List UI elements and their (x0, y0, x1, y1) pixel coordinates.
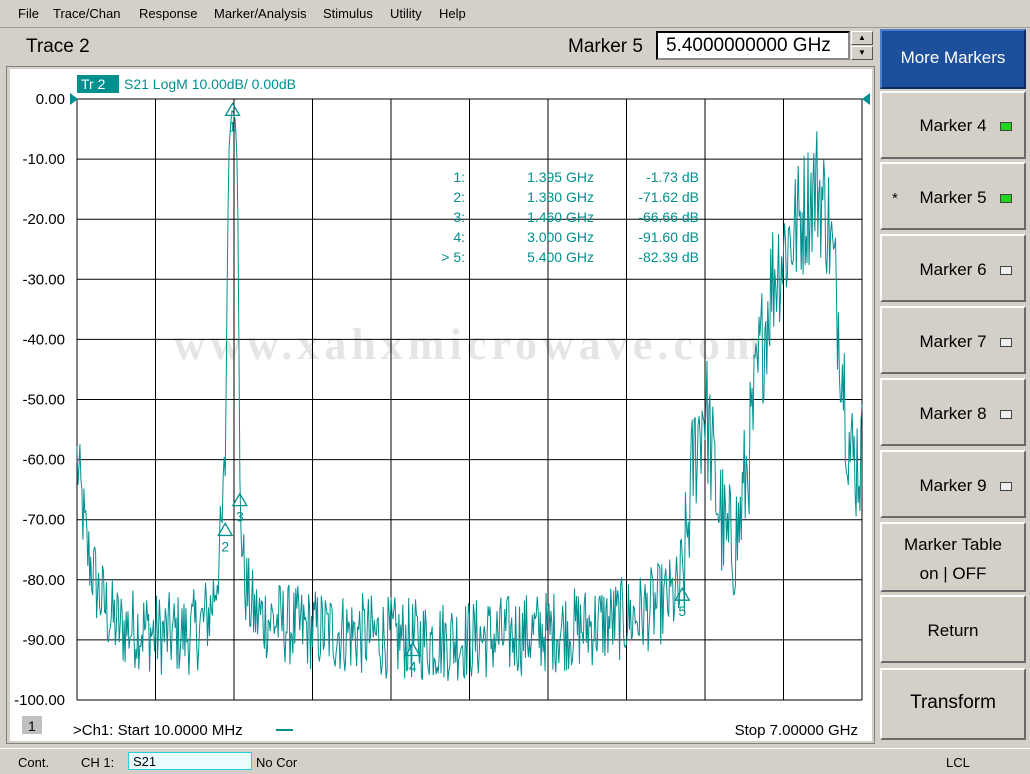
marker-readout-value: -82.39 dB (638, 249, 699, 265)
triangle-down-icon: ▼ (858, 48, 866, 57)
y-tick-label: -100.00 (14, 692, 65, 709)
marker-7-button[interactable]: Marker 7 (880, 306, 1026, 374)
trace-chart: 0.00 -10.00 -20.00 -30.00 -40.00 -50.00 -60.00… (14, 75, 870, 739)
triangle-up-icon: ▲ (858, 33, 866, 42)
reference-level-right-icon (862, 93, 870, 105)
marker-readout-freq: 1.460 GHz (527, 209, 594, 225)
marker-4-label: 4 (409, 659, 417, 675)
softkey-label: Transform (910, 692, 996, 713)
marker-readout-freq: 1.395 GHz (527, 169, 594, 185)
menu-bar: File Trace/Chan Response Marker/Analysis… (0, 0, 1030, 28)
marker-1-icon[interactable] (224, 102, 241, 117)
y-tick-label: -20.00 (22, 211, 65, 228)
plot-window: 0.00 -10.00 -20.00 -30.00 -40.00 -50.00 -60.00… (6, 66, 875, 744)
return-button[interactable]: Return (880, 595, 1026, 663)
marker-2-label: 2 (221, 538, 229, 554)
watermark-text: www.xahxmicrowave.com (174, 320, 767, 369)
channel-number[interactable]: 1 (28, 718, 36, 734)
marker-6-button[interactable]: Marker 6 (880, 234, 1026, 302)
y-tick-label: -70.00 (22, 512, 65, 529)
stop-frequency[interactable]: Stop 7.00000 GHz (735, 722, 858, 739)
marker-readout-id: 3: (453, 209, 465, 225)
marker-9-button[interactable]: Marker 9 (880, 450, 1026, 518)
marker-5-indicator-icon (1000, 194, 1012, 203)
softkey-label: Return (927, 621, 979, 640)
trace-info[interactable]: S21 LogM 10.00dB/ 0.00dB (124, 76, 296, 92)
marker-readout-freq: 3.000 GHz (527, 229, 594, 245)
y-tick-label: 0.00 (36, 91, 65, 108)
marker-readout-id: 4: (453, 229, 465, 245)
menu-marker-analysis[interactable]: Marker/Analysis (214, 6, 306, 21)
spin-up-button[interactable]: ▲ (851, 31, 873, 45)
marker-frequency-input[interactable]: 5.4000000000 GHz (656, 31, 850, 60)
channel-status: CH 1: (81, 755, 115, 770)
menu-trace-chan[interactable]: Trace/Chan (53, 6, 120, 21)
menu-utility[interactable]: Utility (390, 6, 422, 21)
y-tick-label: -90.00 (22, 632, 65, 649)
marker-readout-value: -91.60 dB (638, 229, 699, 245)
marker-7-indicator-icon (1000, 338, 1012, 347)
spin-down-button[interactable]: ▼ (851, 46, 873, 60)
softkey-label: More Markers (900, 48, 1006, 67)
menu-stimulus[interactable]: Stimulus (323, 6, 373, 21)
y-tick-label: -80.00 (22, 572, 65, 589)
menu-file[interactable]: File (18, 6, 39, 21)
marker-label: Marker 5 (568, 36, 643, 57)
y-tick-label: -10.00 (22, 151, 65, 168)
marker-readout-id: 1: (453, 169, 465, 185)
marker-8-button[interactable]: Marker 8 (880, 378, 1026, 446)
marker-table-button[interactable]: Marker Table on | OFF (880, 522, 1026, 592)
softkey-state: on | OFF (919, 564, 987, 583)
marker-readout-value: -71.62 dB (638, 189, 699, 205)
y-tick-label: -50.00 (22, 392, 65, 409)
marker-readout-value: -1.73 dB (646, 169, 699, 185)
trace-tag[interactable]: Tr 2 (81, 76, 106, 92)
marker-6-indicator-icon (1000, 266, 1012, 275)
marker-readout-id: > 5: (441, 249, 465, 265)
marker-4-indicator-icon (1000, 122, 1012, 131)
trace-title: Trace 2 (26, 36, 90, 57)
menu-response[interactable]: Response (139, 6, 198, 21)
measurement-status[interactable]: S21 (128, 752, 252, 770)
softkey-label: Marker Table (904, 535, 1002, 554)
transform-button[interactable]: Transform (880, 668, 1026, 740)
marker-1-label: 1 (229, 118, 237, 134)
marker-readout-freq: 5.400 GHz (527, 249, 594, 265)
correction-status: No Cor (256, 755, 298, 770)
plot-area[interactable]: 0.00 -10.00 -20.00 -30.00 -40.00 -50.00 -60.00… (10, 69, 872, 741)
marker-readout-value: -66.66 dB (638, 209, 699, 225)
marker-4-button[interactable]: Marker 4 (880, 91, 1026, 159)
menu-help[interactable]: Help (439, 6, 466, 21)
marker-readout-freq: 1.330 GHz (527, 189, 594, 205)
marker-readout-id: 2: (453, 189, 465, 205)
marker-5-button[interactable]: * Marker 5 (880, 162, 1026, 230)
remote-status: LCL (946, 755, 970, 770)
marker-9-indicator-icon (1000, 482, 1012, 491)
marker-5-label: 5 (678, 603, 686, 619)
more-markers-button[interactable]: More Markers (880, 29, 1026, 89)
sweep-mode-status: Cont. (18, 755, 50, 770)
marker-spinner: ▲ ▼ (851, 31, 873, 60)
entry-bar: Trace 2 Marker 5 5.4000000000 GHz ▲ ▼ (6, 29, 875, 65)
marker-3-label: 3 (236, 509, 244, 525)
marker-readout-table: 1: 1.395 GHz -1.73 dB 2: 1.330 GHz -71.6… (441, 169, 699, 265)
y-tick-label: -40.00 (22, 331, 65, 348)
start-frequency[interactable]: >Ch1: Start 10.0000 MHz (73, 722, 243, 739)
marker-8-indicator-icon (1000, 410, 1012, 419)
y-tick-label: -60.00 (22, 452, 65, 469)
status-bar: Cont. CH 1: S21 No Cor LCL (0, 748, 1030, 774)
y-tick-label: -30.00 (22, 271, 65, 288)
